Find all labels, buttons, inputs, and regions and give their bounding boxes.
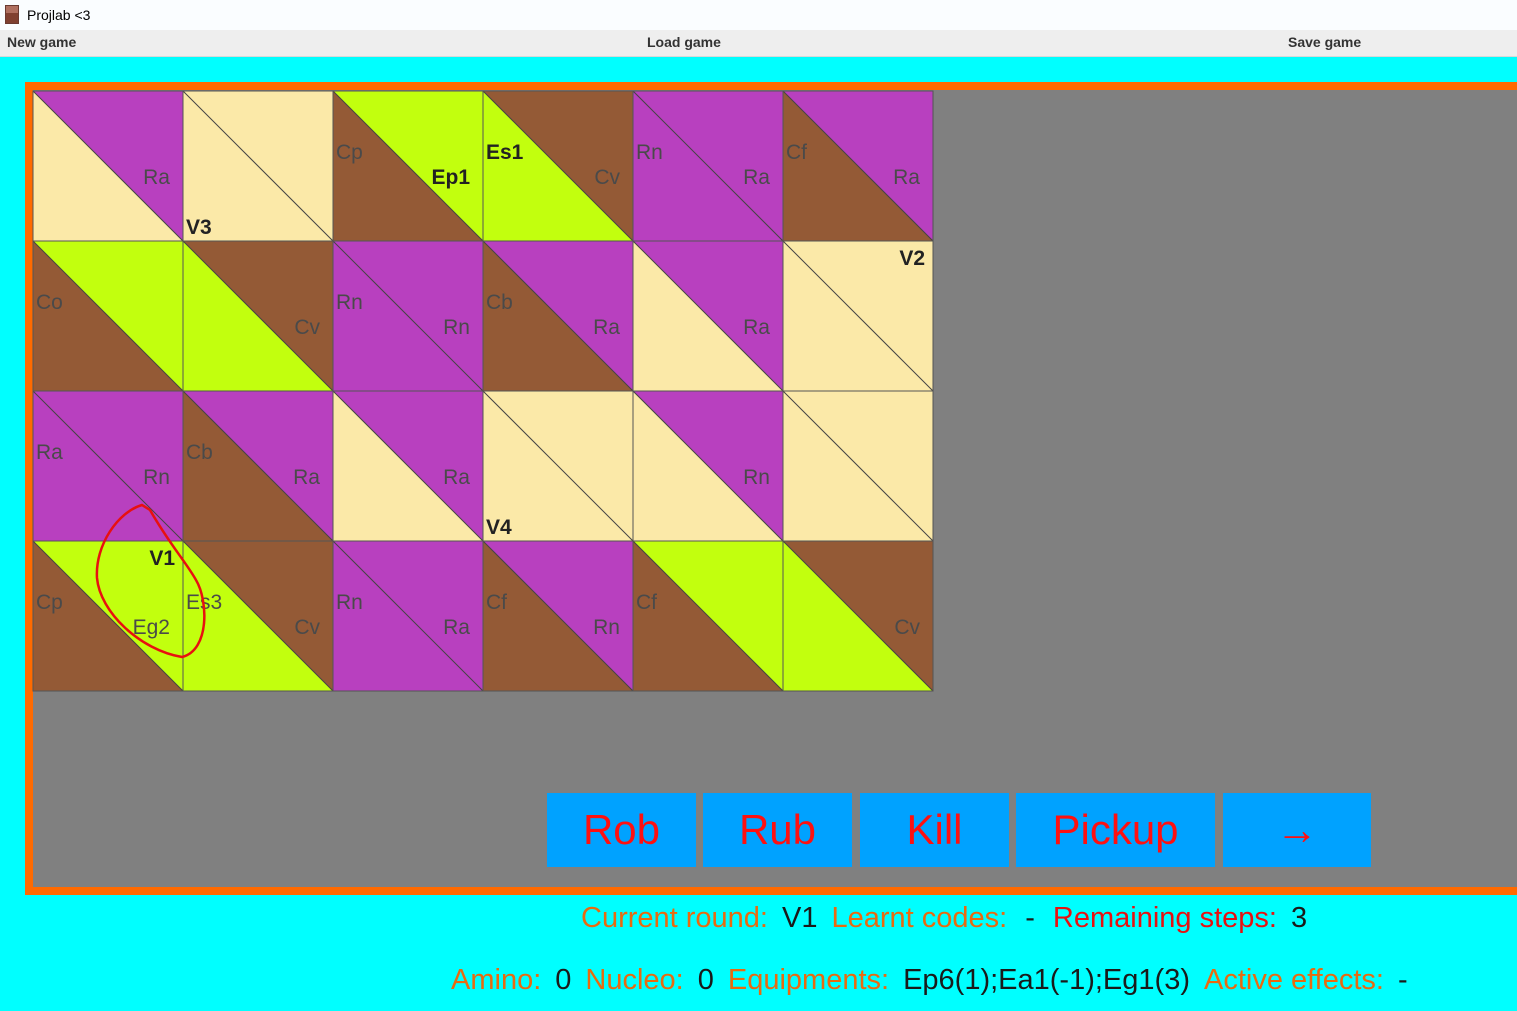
- tile-code-label: Rn: [336, 591, 363, 614]
- tile-code-label: Ra: [593, 316, 620, 339]
- tile-code-label: Ra: [443, 616, 470, 639]
- tile-code-label: Cf: [636, 591, 657, 614]
- map-tile[interactable]: V3: [182, 90, 334, 242]
- map-tile[interactable]: Cp Ep1: [332, 90, 484, 242]
- tile-code-label: Cv: [894, 616, 920, 639]
- next-turn-button[interactable]: →: [1223, 793, 1371, 867]
- active-effects-value: -: [1397, 964, 1408, 996]
- tile-code-label: V2: [899, 247, 925, 270]
- map-tile[interactable]: [782, 390, 934, 542]
- status-line-inventory: Amino: 0 Nucleo: 0 Equipments: Ep6(1);Ea1(-1)…: [451, 964, 1408, 997]
- tile-code-label: Ra: [143, 166, 170, 189]
- map-tile[interactable]: V1 Cp Eg2: [32, 540, 184, 692]
- tile-code-label: Eg2: [133, 616, 170, 639]
- map-tile[interactable]: Ra Rn: [32, 390, 184, 542]
- tile-code-label: Cb: [486, 291, 513, 314]
- tile-code-label: Cp: [336, 141, 363, 164]
- tile-code-label: Rn: [743, 466, 770, 489]
- map-tile[interactable]: Co: [32, 240, 184, 392]
- learnt-codes-label: Learnt codes:: [831, 902, 1008, 934]
- map-tile[interactable]: Es1 Cv: [482, 90, 634, 242]
- map-tile[interactable]: Ra: [32, 90, 184, 242]
- map-tile[interactable]: Rn Rn: [332, 240, 484, 392]
- equipments-value: Ep6(1);Ea1(-1);Eg1(3): [903, 964, 1190, 996]
- tile-code-label: Ra: [293, 466, 320, 489]
- rob-button[interactable]: Rob: [547, 793, 696, 867]
- learnt-codes-value: -: [1025, 902, 1035, 934]
- active-effects-label: Active effects:: [1203, 964, 1384, 996]
- amino-label: Amino:: [451, 964, 542, 996]
- rub-button[interactable]: Rub: [703, 793, 852, 867]
- tile-code-label: Cp: [36, 591, 63, 614]
- tile-code-label: Rn: [443, 316, 470, 339]
- map-tile[interactable]: Ra: [632, 240, 784, 392]
- map-tile[interactable]: Cf: [632, 540, 784, 692]
- map-tile[interactable]: Cb Ra: [182, 390, 334, 542]
- map-tile[interactable]: Cf Ra: [782, 90, 934, 242]
- tile-code-label: V3: [186, 216, 212, 239]
- map-tile[interactable]: Rn Ra: [332, 540, 484, 692]
- map-tile[interactable]: V2: [782, 240, 934, 392]
- tile-code-label: Ra: [443, 466, 470, 489]
- status-line-round: Current round: V1 Learnt codes: - Remaining …: [581, 902, 1307, 935]
- tile-code-label: Ra: [743, 316, 770, 339]
- amino-value: 0: [555, 964, 572, 996]
- map-tile[interactable]: Rn Ra: [632, 90, 784, 242]
- remaining-steps-value: 3: [1290, 902, 1308, 934]
- tile-code-label: Ra: [743, 166, 770, 189]
- tile-code-label: Cv: [294, 316, 320, 339]
- tile-code-label: Cf: [486, 591, 507, 614]
- tile-code-label: Cv: [594, 166, 620, 189]
- tile-code-label: Ra: [893, 166, 920, 189]
- map-tile[interactable]: Cb Ra: [482, 240, 634, 392]
- nucleo-value: 0: [697, 964, 714, 996]
- pickup-button[interactable]: Pickup: [1016, 793, 1215, 867]
- tile-code-label: V1: [149, 547, 175, 570]
- tile-code-label: Rn: [636, 141, 663, 164]
- tile-code-label: Es1: [486, 141, 524, 164]
- tile-code-label: Rn: [336, 291, 363, 314]
- tile-code-label: Cv: [294, 616, 320, 639]
- current-round-label: Current round:: [581, 902, 768, 934]
- map-tile[interactable]: Cv: [782, 540, 934, 692]
- remaining-steps-label: Remaining steps:: [1052, 902, 1277, 934]
- tile-code-label: Ep1: [431, 166, 470, 189]
- tile-code-label: Cb: [186, 441, 213, 464]
- tile-code-label: Rn: [593, 616, 620, 639]
- map-tile[interactable]: Cv: [182, 240, 334, 392]
- map-tile[interactable]: Cf Rn: [482, 540, 634, 692]
- kill-button[interactable]: Kill: [860, 793, 1009, 867]
- tile-code-label: Ra: [36, 441, 63, 464]
- equipments-label: Equipments:: [727, 964, 890, 996]
- map-tile[interactable]: Ra: [332, 390, 484, 542]
- nucleo-label: Nucleo:: [585, 964, 684, 996]
- tile-code-label: Cf: [786, 141, 807, 164]
- map-tile[interactable]: Rn: [632, 390, 784, 542]
- tile-code-label: Co: [36, 291, 63, 314]
- map-tile[interactable]: V4: [482, 390, 634, 542]
- current-round-value: V1: [782, 902, 818, 934]
- tile-code-label: V4: [486, 516, 512, 539]
- tile-code-label: Rn: [143, 466, 170, 489]
